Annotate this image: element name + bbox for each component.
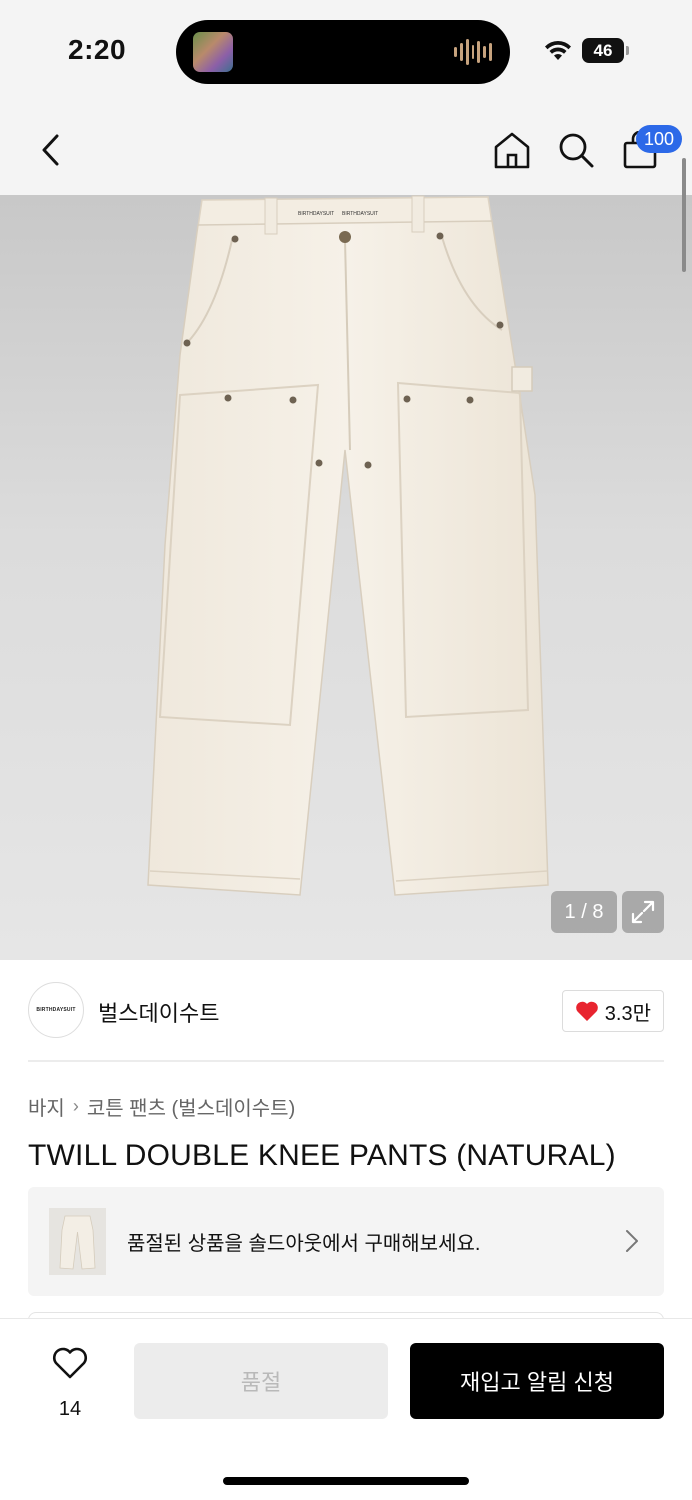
garment-label: BIRTHDAYSUIT [298,211,334,217]
top-nav-bar: 100 [0,100,692,195]
breadcrumb-subcategory[interactable]: 코튼 팬츠 (벌스데이수트) [87,1092,295,1121]
soldout-banner[interactable]: 품절된 상품을 솔드아웃에서 구매해보세요. [28,1187,664,1296]
product-image-gallery[interactable]: BIRTHDAYSUIT BIRTHDAYSUIT 1 / 8 [0,195,692,960]
heart-outline-icon [53,1347,87,1379]
chevron-right-icon [626,1230,638,1252]
bottom-action-bar: 14 품절 재입고 알림 신청 [0,1318,692,1500]
image-counter: 1 / 8 [551,891,617,933]
product-image: BIRTHDAYSUIT BIRTHDAYSUIT [147,195,549,896]
now-playing-artwork [193,32,233,72]
scroll-indicator[interactable] [682,158,686,272]
expand-icon [631,900,655,924]
chevron-left-icon [42,134,59,166]
brand-name[interactable]: 벌스데이수트 [98,996,219,1028]
brand-like-count: 3.3만 [604,1002,651,1025]
heart-filled-icon [575,1001,598,1021]
pants-thumbnail-image [49,1208,106,1275]
chevron-right-icon: › [72,1096,79,1116]
expand-image-button[interactable] [622,891,664,933]
product-detail-screen: 2:20 46 100 BIRTHDAYSUIT BIRTHDAYSUIT 1 … [0,0,692,1500]
brand-row[interactable]: BIRTHDAYSUIT 벌스데이수트 3.3만 [28,982,664,1040]
home-button[interactable] [490,128,534,172]
search-button[interactable] [554,128,598,172]
breadcrumb-category[interactable]: 바지 [28,1092,65,1121]
battery-indicator: 46 [582,38,624,63]
restock-notify-button[interactable]: 재입고 알림 신청 [410,1343,664,1419]
garment-label-2: BIRTHDAYSUIT [342,211,378,217]
section-divider [28,1060,664,1062]
soldout-button[interactable]: 품절 [134,1343,388,1419]
product-title: TWILL DOUBLE KNEE PANTS (NATURAL) [28,1139,616,1172]
home-indicator[interactable] [223,1477,469,1485]
banner-product-thumbnail [49,1208,106,1275]
cart-count-badge: 100 [636,125,683,153]
breadcrumb: 바지 › 코튼 팬츠 (벌스데이수트) [28,1092,295,1121]
status-bar: 2:20 46 [0,0,692,100]
battery-tip [626,46,629,55]
audio-waveform-icon [454,38,493,66]
status-time: 2:20 [68,34,127,65]
wishlist-count: 14 [58,1398,82,1420]
home-icon [494,132,530,169]
brand-like-button[interactable]: 3.3만 [561,990,664,1032]
wifi-icon [545,40,571,60]
banner-text: 품절된 상품을 솔드아웃에서 구매해보세요. [127,1233,481,1255]
brand-logo[interactable]: BIRTHDAYSUIT [28,982,84,1038]
search-icon [559,133,594,168]
wishlist-button[interactable]: 14 [34,1345,106,1429]
dynamic-island[interactable] [176,20,510,84]
back-button[interactable] [28,128,72,172]
